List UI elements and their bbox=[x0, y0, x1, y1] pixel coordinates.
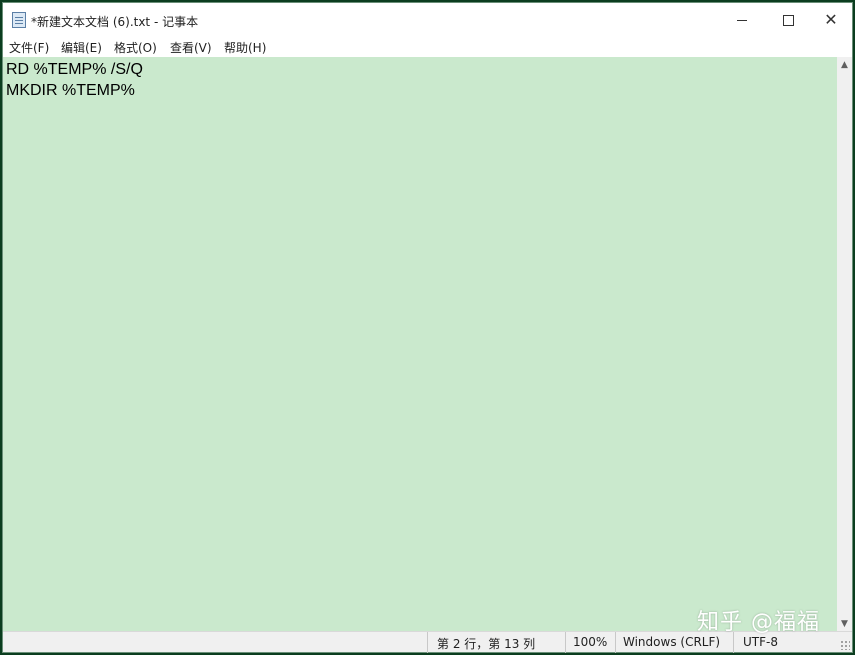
maximize-button[interactable] bbox=[765, 3, 811, 37]
notepad-icon bbox=[12, 12, 26, 28]
notepad-window: *新建文本文档 (6).txt - 记事本 ✕ 文件(F) 编辑(E) 格式(O… bbox=[2, 2, 853, 653]
menu-file[interactable]: 文件(F) bbox=[9, 39, 49, 56]
scroll-up-icon[interactable]: ▲ bbox=[837, 57, 852, 72]
encoding: UTF-8 bbox=[743, 635, 778, 649]
vertical-scrollbar[interactable]: ▲ ▼ bbox=[837, 57, 852, 631]
menu-bar: 文件(F) 编辑(E) 格式(O) 查看(V) 帮助(H) bbox=[3, 37, 852, 57]
menu-help[interactable]: 帮助(H) bbox=[224, 39, 266, 56]
maximize-icon bbox=[782, 14, 794, 26]
text-editor[interactable]: RD %TEMP% /S/Q MKDIR %TEMP% bbox=[3, 57, 837, 631]
scroll-down-icon[interactable]: ▼ bbox=[837, 616, 852, 631]
editor-line: MKDIR %TEMP% bbox=[6, 82, 135, 99]
menu-view[interactable]: 查看(V) bbox=[170, 39, 212, 56]
resize-grip-icon[interactable] bbox=[840, 640, 850, 650]
close-icon: ✕ bbox=[824, 10, 838, 29]
status-divider bbox=[565, 632, 566, 653]
status-divider bbox=[427, 632, 428, 653]
minimize-button[interactable] bbox=[719, 3, 765, 37]
line-ending: Windows (CRLF) bbox=[623, 635, 721, 649]
window-title: *新建文本文档 (6).txt - 记事本 bbox=[31, 15, 199, 29]
menu-format[interactable]: 格式(O) bbox=[114, 39, 157, 56]
zoom-level: 100% bbox=[573, 635, 608, 649]
minimize-icon bbox=[737, 19, 747, 21]
close-button[interactable]: ✕ bbox=[808, 3, 854, 37]
menu-edit[interactable]: 编辑(E) bbox=[61, 39, 102, 56]
title-bar[interactable]: *新建文本文档 (6).txt - 记事本 ✕ bbox=[3, 3, 852, 37]
status-divider bbox=[615, 632, 616, 653]
cursor-position: 第 2 行，第 13 列 bbox=[437, 637, 536, 651]
editor-line: RD %TEMP% /S/Q bbox=[6, 61, 143, 78]
watermark: 知乎 @福福 bbox=[697, 610, 820, 635]
